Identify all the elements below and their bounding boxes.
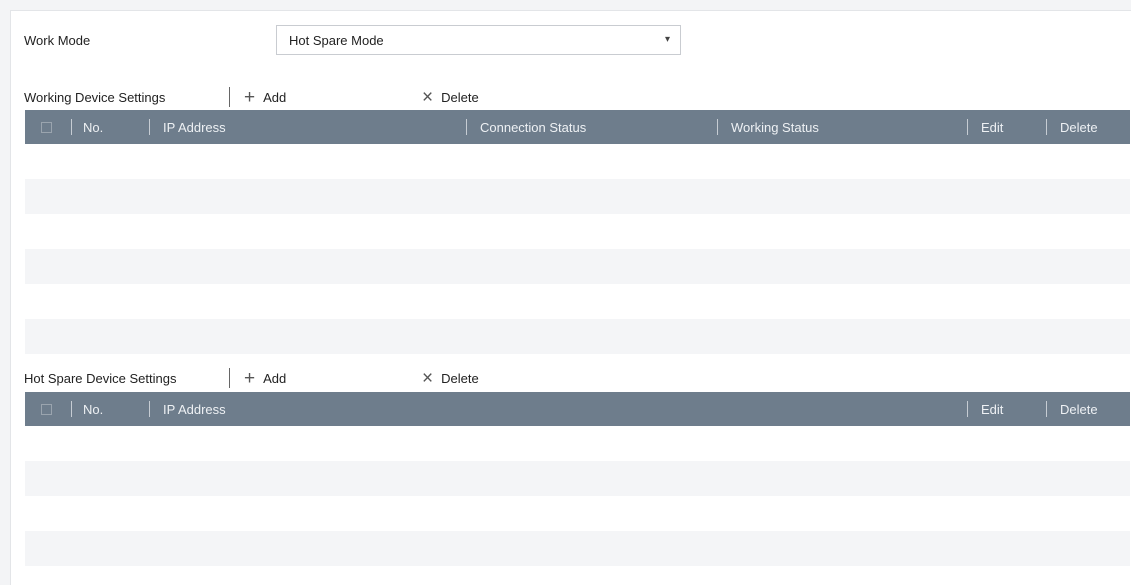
column-header-ip[interactable]: IP Address bbox=[163, 392, 226, 426]
hot-spare-add-label: Add bbox=[263, 370, 287, 386]
table-row bbox=[25, 496, 1130, 531]
plus-icon: + bbox=[244, 367, 256, 389]
column-separator bbox=[71, 401, 72, 417]
work-mode-value: Hot Spare Mode bbox=[289, 32, 384, 48]
table-row bbox=[25, 144, 1130, 179]
column-header-working-status[interactable]: Working Status bbox=[731, 110, 819, 144]
working-delete-label: Delete bbox=[441, 89, 479, 105]
column-header-connection-status[interactable]: Connection Status bbox=[480, 110, 586, 144]
working-device-toolbar: Working Device Settings + Add × Delete bbox=[24, 87, 724, 107]
column-separator bbox=[71, 119, 72, 135]
hot-spare-delete-label: Delete bbox=[441, 370, 479, 386]
table-row bbox=[25, 461, 1130, 496]
table-row bbox=[25, 284, 1130, 319]
table-row bbox=[25, 179, 1130, 214]
table-row bbox=[25, 249, 1130, 284]
column-header-edit[interactable]: Edit bbox=[981, 110, 1003, 144]
work-mode-select[interactable]: Hot Spare Mode ▾ bbox=[276, 25, 681, 55]
hot-spare-delete-button[interactable]: × Delete bbox=[422, 369, 479, 388]
column-separator bbox=[1046, 401, 1047, 417]
work-mode-label: Work Mode bbox=[24, 33, 91, 48]
close-icon: × bbox=[422, 86, 434, 108]
column-header-delete[interactable]: Delete bbox=[1060, 110, 1098, 144]
column-separator bbox=[717, 119, 718, 135]
column-separator bbox=[149, 119, 150, 135]
column-header-delete[interactable]: Delete bbox=[1060, 392, 1098, 426]
select-all-checkbox[interactable] bbox=[41, 122, 52, 133]
toolbar-divider bbox=[229, 87, 230, 107]
column-separator bbox=[466, 119, 467, 135]
close-icon: × bbox=[422, 367, 434, 389]
hot-spare-table-header: No. IP Address Edit Delete bbox=[25, 392, 1130, 426]
table-row bbox=[25, 426, 1130, 461]
table-row bbox=[25, 531, 1130, 566]
column-header-edit[interactable]: Edit bbox=[981, 392, 1003, 426]
column-separator bbox=[967, 119, 968, 135]
table-row bbox=[25, 319, 1130, 354]
plus-icon: + bbox=[244, 86, 256, 108]
column-header-no[interactable]: No. bbox=[83, 392, 103, 426]
working-delete-button[interactable]: × Delete bbox=[422, 88, 479, 107]
working-device-title: Working Device Settings bbox=[24, 89, 166, 105]
dropdown-arrow-icon[interactable]: ▾ bbox=[665, 34, 670, 45]
table-row bbox=[25, 214, 1130, 249]
settings-panel: Work Mode Hot Spare Mode ▾ Working Devic… bbox=[10, 10, 1131, 585]
column-separator bbox=[967, 401, 968, 417]
column-header-ip[interactable]: IP Address bbox=[163, 110, 226, 144]
column-separator bbox=[1046, 119, 1047, 135]
hot-spare-add-button[interactable]: + Add bbox=[244, 369, 422, 388]
working-table-header: No. IP Address Connection Status Working… bbox=[25, 110, 1130, 144]
select-all-checkbox[interactable] bbox=[41, 404, 52, 415]
toolbar-divider bbox=[229, 368, 230, 388]
hot-spare-device-title: Hot Spare Device Settings bbox=[24, 370, 177, 386]
hot-spare-device-toolbar: Hot Spare Device Settings + Add × Delete bbox=[24, 368, 724, 388]
working-add-label: Add bbox=[263, 89, 287, 105]
column-separator bbox=[149, 401, 150, 417]
working-add-button[interactable]: + Add bbox=[244, 88, 422, 107]
column-header-no[interactable]: No. bbox=[83, 110, 103, 144]
